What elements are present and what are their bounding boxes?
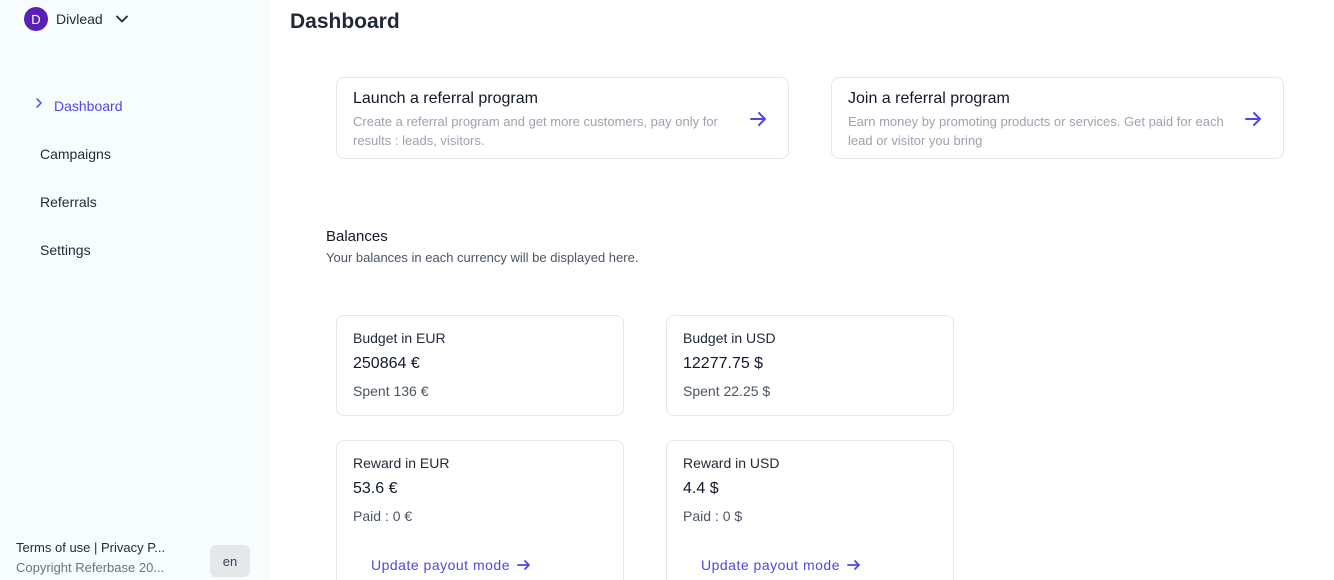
sidebar-item-campaigns[interactable]: Campaigns: [0, 130, 270, 178]
sidebar-item-label: Dashboard: [54, 98, 123, 114]
org-name: Divlead: [56, 11, 103, 27]
sidebar-item-label: Campaigns: [40, 146, 111, 162]
sidebar-item-dashboard[interactable]: Dashboard: [0, 82, 270, 130]
card-description: Earn money by promoting products or serv…: [848, 114, 1224, 148]
language-selector[interactable]: en: [210, 545, 250, 577]
chevron-down-icon: [115, 15, 128, 23]
arrow-right-icon: [750, 112, 766, 126]
reward-card-eur: Reward in EUR 53.6 € Paid : 0 € Update p…: [336, 440, 624, 580]
chevron-right-icon: [36, 98, 42, 108]
sidebar-item-settings[interactable]: Settings: [0, 226, 270, 274]
arrow-right-icon: [847, 560, 860, 570]
balance-label: Budget in EUR: [353, 330, 446, 346]
sidebar-item-label: Settings: [40, 242, 91, 258]
balance-label: Reward in USD: [683, 455, 780, 471]
sidebar-nav: Dashboard Campaigns Referrals Settings: [0, 82, 270, 274]
launch-program-card[interactable]: Launch a referral program Create a refer…: [336, 77, 789, 159]
balance-amount: 53.6 €: [353, 480, 398, 497]
arrow-right-icon: [517, 560, 530, 570]
card-title: Join a referral program: [848, 90, 1010, 107]
balance-spent: Spent 136 €: [353, 383, 429, 399]
sidebar-item-label: Referrals: [40, 194, 97, 210]
update-payout-mode-link[interactable]: Update payout mode: [701, 557, 862, 573]
balance-amount: 4.4 $: [683, 480, 719, 497]
update-payout-mode-link[interactable]: Update payout mode: [371, 557, 532, 573]
app: D Divlead Dashboard Campaigns Referrals …: [0, 0, 1334, 580]
card-title: Launch a referral program: [353, 90, 538, 107]
budget-card-usd: Budget in USD 12277.75 $ Spent 22.25 $: [666, 315, 954, 416]
balance-amount: 250864 €: [353, 355, 420, 372]
org-switcher[interactable]: D Divlead: [24, 7, 129, 31]
join-program-card[interactable]: Join a referral program Earn money by pr…: [831, 77, 1284, 159]
link-label: Update payout mode: [371, 557, 510, 573]
legal-links[interactable]: Terms of use | Privacy P...: [16, 540, 181, 556]
balance-label: Budget in USD: [683, 330, 776, 346]
balance-spent: Spent 22.25 $: [683, 383, 771, 399]
balances-title: Balances: [326, 228, 388, 245]
balances-subtitle: Your balances in each currency will be d…: [326, 250, 639, 265]
balance-paid: Paid : 0 $: [683, 508, 743, 524]
sidebar-footer: Terms of use | Privacy P... Copyright Re…: [16, 540, 256, 578]
link-label: Update payout mode: [701, 557, 840, 573]
balance-label: Reward in EUR: [353, 455, 450, 471]
avatar: D: [24, 7, 48, 31]
page-title: Dashboard: [290, 10, 400, 33]
copyright-text: Copyright Referbase 20...: [16, 560, 165, 575]
balance-amount: 12277.75 $: [683, 355, 764, 372]
sidebar: D Divlead Dashboard Campaigns Referrals …: [0, 0, 270, 580]
arrow-right-icon: [1245, 112, 1261, 126]
budget-card-eur: Budget in EUR 250864 € Spent 136 €: [336, 315, 624, 416]
card-description: Create a referral program and get more c…: [353, 114, 718, 148]
balance-paid: Paid : 0 €: [353, 508, 413, 524]
reward-card-usd: Reward in USD 4.4 $ Paid : 0 $ Update pa…: [666, 440, 954, 580]
sidebar-item-referrals[interactable]: Referrals: [0, 178, 270, 226]
